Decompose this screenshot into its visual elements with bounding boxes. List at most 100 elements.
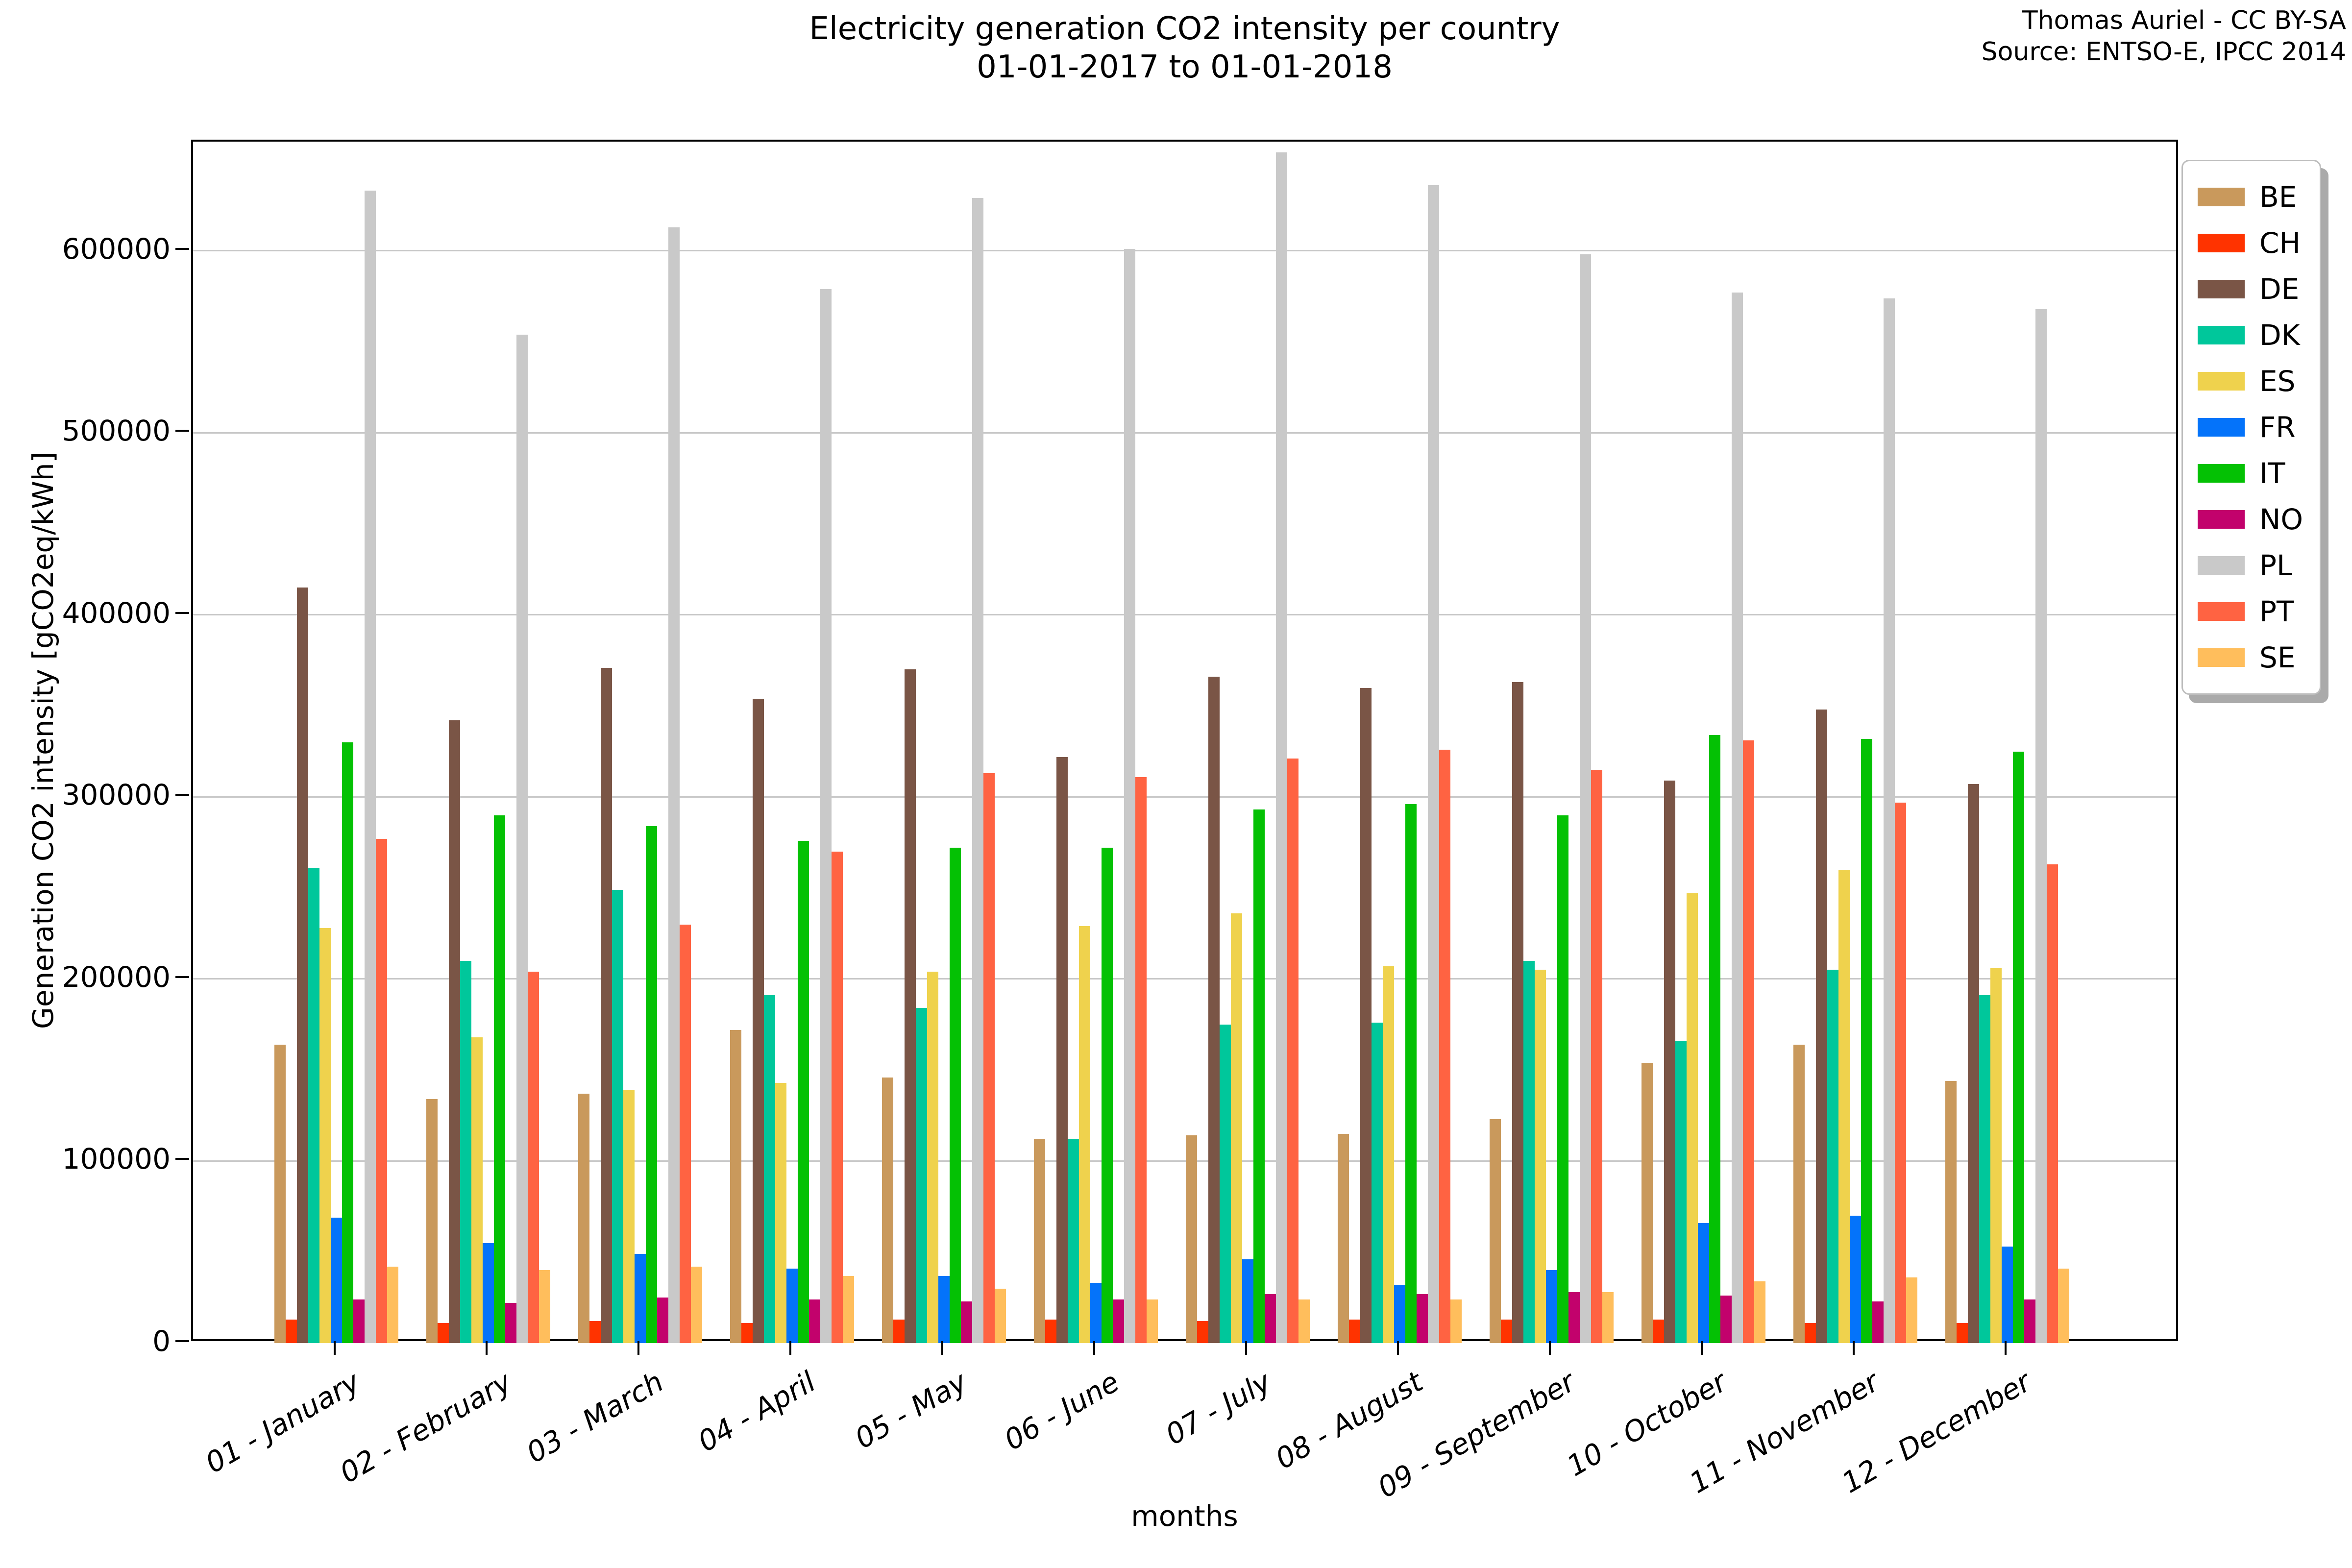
bar-pt-m7 bbox=[1287, 759, 1298, 1343]
bar-pt-m8 bbox=[1439, 749, 1450, 1343]
legend-swatch-se bbox=[2198, 648, 2245, 667]
bar-it-m4 bbox=[798, 840, 809, 1343]
bar-ch-m7 bbox=[1197, 1321, 1208, 1343]
bar-no-m7 bbox=[1265, 1294, 1276, 1343]
x-tick bbox=[486, 1341, 488, 1355]
bar-de-m4 bbox=[753, 698, 764, 1343]
bar-no-m1 bbox=[353, 1299, 365, 1343]
chart-title-line1: Electricity generation CO2 intensity per… bbox=[809, 11, 1560, 47]
bar-it-m10 bbox=[1709, 735, 1720, 1343]
bar-es-m9 bbox=[1535, 970, 1546, 1343]
chart-title: Electricity generation CO2 intensity per… bbox=[191, 10, 2178, 86]
gridline-y-600000 bbox=[193, 250, 2176, 252]
x-tick bbox=[334, 1341, 336, 1355]
bar-es-m6 bbox=[1079, 926, 1090, 1343]
y-tick-label: 100000 bbox=[62, 1142, 171, 1176]
bar-no-m3 bbox=[657, 1298, 668, 1343]
bar-ch-m4 bbox=[741, 1323, 753, 1343]
legend-item-pt: PT bbox=[2198, 588, 2303, 635]
bar-se-m7 bbox=[1298, 1299, 1310, 1343]
bar-ch-m6 bbox=[1045, 1319, 1056, 1343]
bar-it-m7 bbox=[1253, 809, 1265, 1343]
bar-se-m5 bbox=[995, 1288, 1006, 1343]
bar-it-m11 bbox=[1861, 738, 1872, 1343]
bar-pt-m2 bbox=[528, 972, 539, 1343]
legend-item-fr: FR bbox=[2198, 404, 2303, 450]
bar-ch-m9 bbox=[1501, 1319, 1512, 1343]
x-tick-label: 12 - December bbox=[1836, 1365, 2036, 1500]
bar-ch-m2 bbox=[438, 1323, 449, 1343]
bar-se-m3 bbox=[691, 1266, 702, 1343]
y-tick-label: 0 bbox=[152, 1324, 171, 1358]
bar-se-m11 bbox=[1906, 1277, 1917, 1343]
bar-fr-m8 bbox=[1394, 1285, 1405, 1343]
bar-it-m12 bbox=[2013, 751, 2024, 1343]
attribution: Thomas Auriel - CC BY-SA Source: ENTSO-E… bbox=[1982, 5, 2346, 68]
legend-label-es: ES bbox=[2259, 365, 2296, 398]
bar-es-m10 bbox=[1687, 893, 1698, 1343]
bar-se-m6 bbox=[1147, 1299, 1158, 1343]
bar-pt-m4 bbox=[832, 851, 843, 1343]
bar-de-m11 bbox=[1816, 710, 1827, 1343]
legend-label-fr: FR bbox=[2259, 411, 2296, 444]
bar-pt-m3 bbox=[680, 924, 691, 1343]
x-tick bbox=[1701, 1341, 1703, 1355]
bar-fr-m1 bbox=[331, 1217, 342, 1343]
bar-it-m8 bbox=[1405, 804, 1417, 1343]
gridline-y-100000 bbox=[193, 1160, 2176, 1162]
x-tick bbox=[1853, 1341, 1855, 1355]
bar-ch-m5 bbox=[893, 1319, 905, 1343]
y-tick-label: 600000 bbox=[62, 232, 171, 266]
bar-be-m4 bbox=[730, 1029, 741, 1343]
bar-pl-m8 bbox=[1428, 185, 1439, 1343]
bar-se-m4 bbox=[843, 1275, 854, 1343]
bar-fr-m6 bbox=[1090, 1283, 1102, 1343]
bar-dk-m3 bbox=[612, 889, 623, 1343]
x-tick bbox=[1093, 1341, 1095, 1355]
bar-pt-m5 bbox=[983, 773, 995, 1343]
legend-swatch-de bbox=[2198, 280, 2245, 298]
bar-dk-m7 bbox=[1220, 1024, 1231, 1343]
bar-pt-m1 bbox=[376, 838, 387, 1343]
bar-fr-m10 bbox=[1698, 1223, 1709, 1343]
x-tick bbox=[941, 1341, 943, 1355]
legend-swatch-fr bbox=[2198, 418, 2245, 437]
bar-fr-m9 bbox=[1546, 1270, 1557, 1343]
y-tick bbox=[175, 1340, 189, 1342]
bar-pl-m12 bbox=[2035, 309, 2047, 1343]
bar-be-m10 bbox=[1642, 1062, 1653, 1343]
bar-dk-m11 bbox=[1827, 970, 1838, 1343]
bar-pl-m11 bbox=[1884, 298, 1895, 1343]
legend-label-no: NO bbox=[2259, 503, 2303, 536]
bar-pl-m4 bbox=[820, 289, 832, 1343]
legend-label-be: BE bbox=[2259, 180, 2297, 214]
x-tick bbox=[1245, 1341, 1247, 1355]
bar-dk-m4 bbox=[764, 995, 775, 1343]
x-tick-label-wrap: 12 - December bbox=[1555, 1365, 2036, 1499]
bar-no-m10 bbox=[1720, 1296, 1732, 1343]
bar-it-m2 bbox=[494, 815, 505, 1343]
bar-pl-m10 bbox=[1732, 293, 1743, 1343]
bar-pl-m7 bbox=[1276, 152, 1287, 1343]
bar-dk-m6 bbox=[1068, 1139, 1079, 1343]
bar-be-m5 bbox=[882, 1077, 893, 1343]
legend-item-no: NO bbox=[2198, 496, 2303, 542]
bar-se-m9 bbox=[1602, 1292, 1614, 1343]
bar-it-m6 bbox=[1102, 848, 1113, 1343]
y-tick bbox=[175, 247, 189, 250]
bar-de-m8 bbox=[1360, 687, 1372, 1343]
bar-be-m7 bbox=[1186, 1135, 1197, 1343]
bar-se-m1 bbox=[387, 1266, 398, 1343]
bar-de-m6 bbox=[1056, 757, 1068, 1343]
bar-es-m5 bbox=[927, 972, 938, 1343]
legend-swatch-be bbox=[2198, 188, 2245, 206]
bar-pt-m10 bbox=[1743, 740, 1754, 1343]
bar-es-m2 bbox=[471, 1037, 483, 1343]
legend-item-de: DE bbox=[2198, 266, 2303, 312]
bar-es-m11 bbox=[1838, 870, 1850, 1343]
y-tick bbox=[175, 794, 189, 796]
bar-pt-m9 bbox=[1591, 769, 1602, 1343]
bar-es-m3 bbox=[623, 1090, 635, 1343]
bar-fr-m2 bbox=[483, 1243, 494, 1343]
legend-item-be: BE bbox=[2198, 174, 2303, 220]
